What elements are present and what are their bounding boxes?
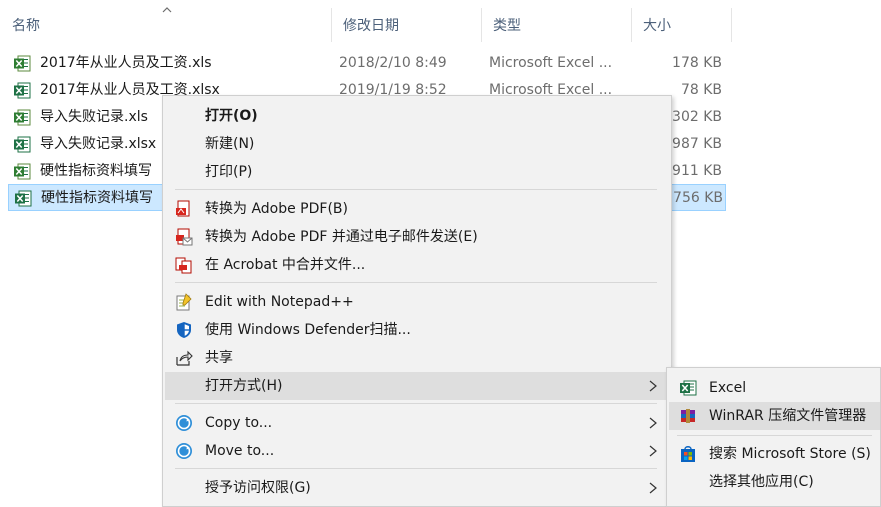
submenu-item-winrar[interactable]: WinRAR 压缩文件管理器 bbox=[669, 402, 880, 430]
column-divider[interactable] bbox=[731, 8, 732, 42]
chevron-right-icon bbox=[649, 417, 657, 429]
menu-item-open[interactable]: 打开(O) bbox=[165, 102, 669, 130]
chevron-right-icon bbox=[649, 380, 657, 392]
open-with-submenu: Excel WinRAR 压缩文件管理器 搜索 Microsoft Store … bbox=[666, 367, 881, 507]
file-name: 导入失败记录.xls bbox=[40, 109, 148, 125]
winrar-icon bbox=[681, 409, 695, 423]
microsoft-store-icon bbox=[681, 446, 695, 462]
menu-separator bbox=[175, 468, 657, 469]
menu-item-convert-pdf[interactable]: 转换为 Adobe PDF(B) bbox=[165, 195, 669, 223]
file-row[interactable]: 2017年从业人员及工资.xls 2018/2/10 8:49 Microsoft … bbox=[8, 50, 724, 77]
menu-item-convert-pdf-email[interactable]: 转换为 Adobe PDF 并通过电子邮件发送(E) bbox=[165, 223, 669, 251]
adobe-pdf-email-icon bbox=[176, 228, 193, 246]
file-name: 硬性指标资料填写 bbox=[40, 163, 152, 179]
excel-xls-icon bbox=[14, 163, 31, 180]
file-name: 导入失败记录.xlsx bbox=[40, 136, 157, 152]
column-type[interactable]: 类型 bbox=[481, 8, 631, 42]
column-size[interactable]: 大小 bbox=[631, 8, 731, 42]
notepad-plus-plus-icon bbox=[176, 293, 192, 311]
menu-item-notepad[interactable]: Edit with Notepad++ bbox=[165, 288, 669, 316]
menu-item-copy-to[interactable]: Copy to... bbox=[165, 409, 669, 437]
menu-item-acrobat-merge[interactable]: 在 Acrobat 中合并文件... bbox=[165, 251, 669, 279]
menu-separator bbox=[175, 282, 657, 283]
copy-to-icon bbox=[176, 415, 192, 431]
submenu-item-choose-other[interactable]: 选择其他应用(C) bbox=[669, 468, 880, 496]
menu-item-move-to[interactable]: Move to... bbox=[165, 437, 669, 465]
share-icon bbox=[176, 350, 193, 366]
column-name[interactable]: 名称 bbox=[0, 8, 331, 42]
adobe-pdf-icon bbox=[176, 200, 190, 217]
excel-xls-icon bbox=[14, 55, 31, 72]
windows-defender-shield-icon bbox=[177, 322, 191, 338]
menu-item-grant-access[interactable]: 授予访问权限(G) bbox=[165, 474, 669, 502]
excel-xlsx-icon bbox=[14, 136, 31, 153]
column-date[interactable]: 修改日期 bbox=[331, 8, 481, 42]
menu-item-open-with[interactable]: 打开方式(H) bbox=[165, 372, 669, 400]
excel-app-icon bbox=[680, 380, 697, 396]
menu-separator bbox=[175, 403, 657, 404]
menu-item-defender[interactable]: 使用 Windows Defender扫描... bbox=[165, 316, 669, 344]
chevron-right-icon bbox=[649, 482, 657, 494]
submenu-separator bbox=[677, 435, 872, 436]
menu-item-share[interactable]: 共享 bbox=[165, 344, 669, 372]
menu-item-new[interactable]: 新建(N) bbox=[165, 130, 669, 158]
submenu-item-store[interactable]: 搜索 Microsoft Store (S) bbox=[669, 440, 880, 468]
column-header: 名称 修改日期 类型 大小 bbox=[0, 7, 881, 42]
excel-xlsx-icon bbox=[15, 190, 32, 207]
file-name: 2017年从业人员及工资.xls bbox=[40, 55, 212, 71]
excel-xls-icon bbox=[14, 109, 31, 126]
context-menu: 打开(O) 新建(N) 打印(P) 转换为 Adobe PDF(B) 转换为 A… bbox=[162, 95, 672, 507]
acrobat-merge-icon bbox=[175, 257, 192, 274]
move-to-icon bbox=[176, 443, 192, 459]
file-name: 硬性指标资料填写 bbox=[41, 190, 153, 206]
file-size: 178 KB bbox=[672, 55, 722, 71]
menu-separator bbox=[175, 189, 657, 190]
file-date: 2018/2/10 8:49 bbox=[339, 55, 447, 71]
chevron-right-icon bbox=[649, 445, 657, 457]
menu-item-print[interactable]: 打印(P) bbox=[165, 158, 669, 186]
submenu-item-excel[interactable]: Excel bbox=[669, 374, 880, 402]
file-type: Microsoft Excel ... bbox=[489, 55, 613, 71]
excel-xlsx-icon bbox=[14, 82, 31, 99]
